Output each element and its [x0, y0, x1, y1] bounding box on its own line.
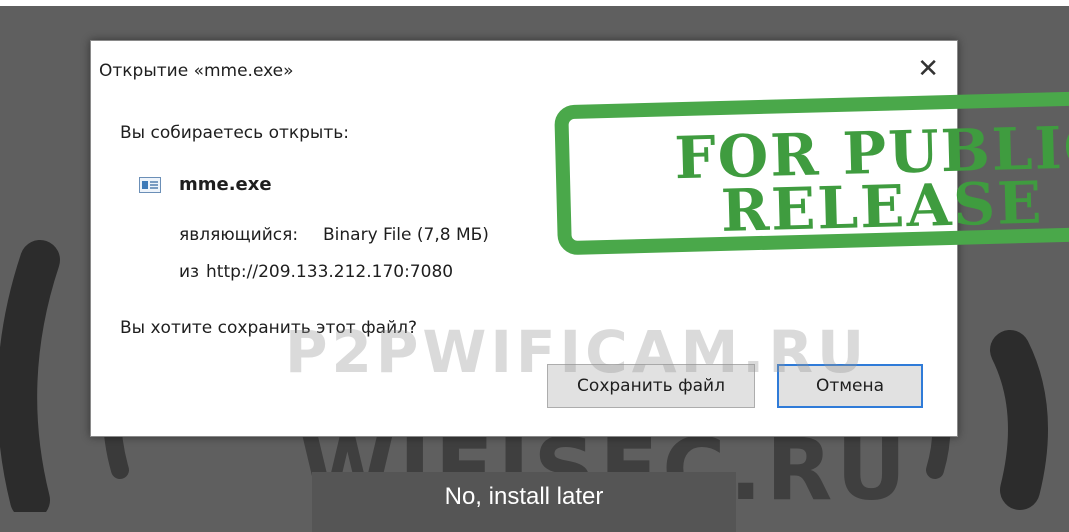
source-label: из — [179, 262, 200, 282]
file-type-label: являющийся: — [179, 225, 299, 245]
dialog-title: Открытие «mme.exe» — [99, 61, 294, 81]
file-name: mme.exe — [179, 174, 272, 195]
file-type-value: Binary File (7,8 МБ) — [323, 225, 489, 245]
source-url: http://209.133.212.170:7080 — [206, 262, 454, 282]
stamp-line-2: RELEASE — [720, 168, 1045, 246]
close-icon[interactable]: ✕ — [917, 54, 939, 84]
public-release-stamp: FOR PUBLIC RELEASE — [554, 90, 1069, 256]
install-later-button[interactable]: No, install later — [312, 472, 736, 532]
watermark-top: P2PWIFICAM.RU — [285, 318, 869, 386]
file-window-icon — [139, 177, 161, 193]
open-prompt: Вы собираетесь открыть: — [120, 123, 350, 143]
